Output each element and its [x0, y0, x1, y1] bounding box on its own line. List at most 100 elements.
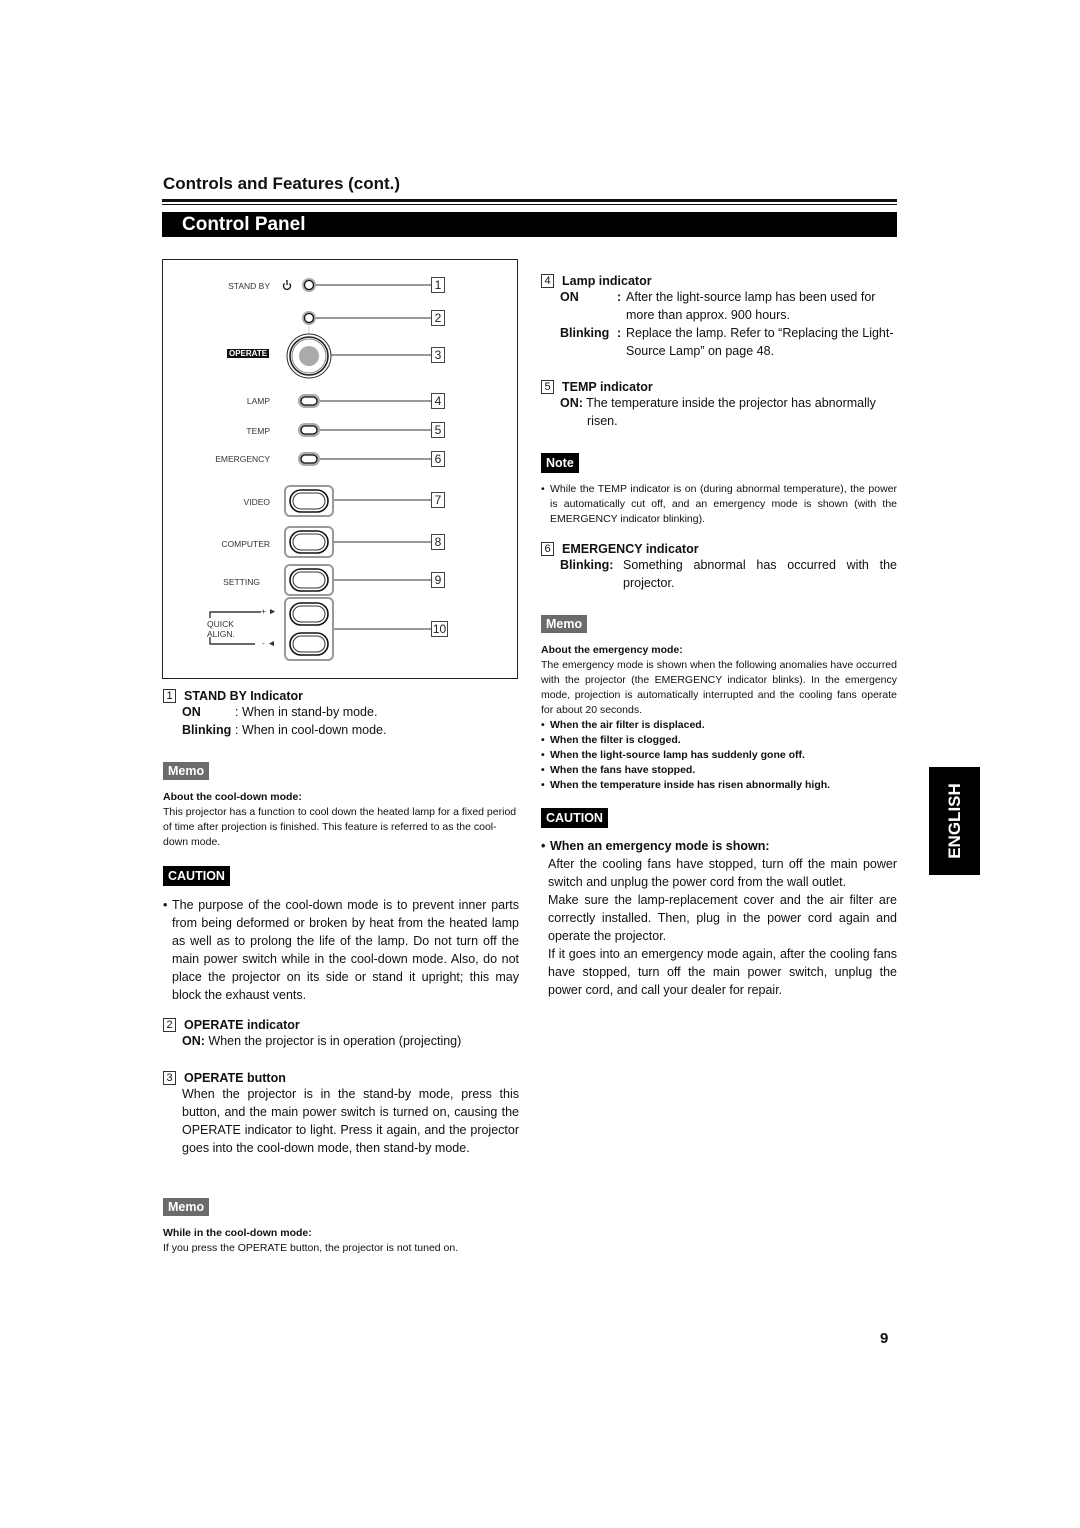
- page-title-banner: Control Panel: [162, 212, 897, 237]
- control-panel-diagram: STAND BY OPERATE LAMP TEMP EMERGENCY VID…: [162, 259, 518, 679]
- on-description: : When in stand-by mode.: [235, 705, 378, 719]
- item-number: 3: [163, 1071, 176, 1085]
- anomaly-list-item: When the light-source lamp has suddenly …: [541, 748, 897, 763]
- caution-tag: CAUTION: [541, 808, 608, 828]
- computer-button: [284, 526, 334, 558]
- operate-button-section: 3 OPERATE button When the projector is in…: [163, 1071, 519, 1157]
- callout-1: 1: [431, 277, 445, 293]
- memo-tag: Memo: [163, 1198, 210, 1216]
- computer-label: COMPUTER: [221, 539, 270, 549]
- video-label: VIDEO: [243, 497, 270, 507]
- callout-9: 9: [431, 572, 445, 588]
- on-description: After the light-source lamp has been use…: [626, 290, 876, 322]
- blinking-description: Replace the lamp. Refer to “Replacing th…: [626, 326, 894, 358]
- item-number: 5: [541, 380, 554, 394]
- temp-indicator-section: 5 TEMP indicator ON: The temperature insi…: [541, 380, 897, 430]
- callout-10: 10: [431, 621, 448, 637]
- caution-item: The purpose of the cool-down mode is to …: [163, 896, 519, 1004]
- callout-6: 6: [431, 451, 445, 467]
- operate-button: [286, 333, 332, 379]
- anomaly-list-item: When the fans have stopped.: [541, 763, 897, 778]
- lamp-label: LAMP: [246, 396, 270, 406]
- standby-label: STAND BY: [228, 281, 270, 291]
- caution-paragraph: After the cooling fans have stopped, tur…: [548, 857, 897, 889]
- callout-5: 5: [431, 422, 445, 438]
- video-button: [284, 485, 334, 517]
- temp-label: TEMP: [246, 426, 270, 436]
- note-tag: Note: [541, 453, 579, 473]
- blinking-description: Something abnormal has occurred with the…: [623, 558, 897, 590]
- standby-indicator-led: [302, 278, 316, 292]
- callout-7: 7: [431, 492, 445, 508]
- item-number: 1: [163, 689, 176, 703]
- on-description: When the projector is in operation (proj…: [204, 1034, 462, 1048]
- item-number: 6: [541, 542, 554, 556]
- operate-indicator-section: 2 OPERATE indicator ON: When the projecto…: [163, 1018, 519, 1050]
- page-number: 9: [880, 1330, 889, 1347]
- anomaly-list-item: When the temperature inside has risen ab…: [541, 778, 897, 793]
- quick-align-plus-button: [289, 602, 329, 626]
- setting-button: [284, 564, 334, 596]
- language-tab-label: ENGLISH: [944, 783, 964, 859]
- lamp-indicator-led: [298, 394, 320, 408]
- section-title: Controls and Features (cont.): [163, 174, 401, 193]
- memo-tag: Memo: [541, 615, 588, 633]
- memo-heading: While in the cool-down mode:: [163, 1227, 312, 1239]
- on-description: The temperature inside the projector has…: [582, 396, 876, 428]
- temp-indicator-led: [298, 423, 320, 437]
- callout-3: 3: [431, 347, 445, 363]
- emergency-indicator-section: 6 EMERGENCY indicator Blinking: Something…: [541, 542, 897, 592]
- memo-tag: Memo: [163, 762, 210, 780]
- header-rule-thick: [162, 199, 897, 202]
- blinking-label: Blinking:: [560, 558, 614, 572]
- blinking-label: Blinking: [182, 723, 232, 737]
- item-number: 2: [163, 1018, 176, 1032]
- plus-right-arrow-icon: + ►: [261, 606, 277, 616]
- memo-body: If you press the OPERATE button, the pro…: [163, 1242, 459, 1254]
- lamp-indicator-section: 4 Lamp indicator ON : After the light-sou…: [541, 274, 897, 360]
- caution-cool-down: CAUTION The purpose of the cool-down mod…: [163, 866, 519, 1004]
- memo-body: The emergency mode is shown when the fol…: [541, 659, 897, 716]
- anomaly-list-item: When the filter is clogged.: [541, 733, 897, 748]
- blinking-label: Blinking: [560, 326, 610, 340]
- callout-4: 4: [431, 393, 445, 409]
- align-label: ALIGN.: [207, 629, 235, 639]
- caution-heading: When an emergency mode is shown:: [541, 837, 897, 855]
- memo-while-cool-down: Memo While in the cool-down mode: If you…: [163, 1198, 519, 1256]
- power-icon: [282, 280, 292, 291]
- caution-tag: CAUTION: [163, 866, 230, 886]
- caution-emergency-mode: CAUTION When an emergency mode is shown:…: [541, 808, 897, 999]
- memo-cool-down: Memo About the cool-down mode: This proj…: [163, 762, 519, 850]
- emergency-label: EMERGENCY: [215, 454, 270, 464]
- memo-emergency-mode: Memo About the emergency mode: The emerg…: [541, 615, 897, 793]
- on-label: ON: [182, 705, 201, 719]
- minus-left-arrow-icon: - ◄: [262, 638, 276, 648]
- on-label: ON:: [182, 1034, 205, 1048]
- operate-label: OPERATE: [227, 349, 270, 358]
- header-rule-thin: [162, 204, 897, 205]
- section-heading: STAND BY Indicator: [184, 689, 303, 703]
- language-tab: ENGLISH: [929, 767, 980, 875]
- section-heading: Lamp indicator: [562, 274, 652, 288]
- note-temp: Note While the TEMP indicator is on (dur…: [541, 453, 897, 527]
- on-label: ON:: [560, 396, 583, 410]
- note-item: While the TEMP indicator is on (during a…: [541, 482, 897, 527]
- on-label: ON: [560, 290, 579, 304]
- blinking-description: : When in cool-down mode.: [235, 723, 387, 737]
- section-heading: OPERATE indicator: [184, 1018, 300, 1032]
- quick-align-minus-button: [289, 632, 329, 656]
- memo-heading: About the emergency mode:: [541, 644, 683, 656]
- section-heading: TEMP indicator: [562, 380, 653, 394]
- operate-button-description: When the projector is in the stand-by mo…: [182, 1087, 519, 1155]
- caution-paragraph: Make sure the lamp-replacement cover and…: [548, 893, 897, 943]
- emergency-indicator-led: [298, 452, 320, 466]
- standby-indicator-section: 1 STAND BY Indicator ON : When in stand-b…: [163, 689, 519, 739]
- caution-paragraph: If it goes into an emergency mode again,…: [548, 947, 897, 997]
- setting-label: SETTING: [223, 577, 260, 587]
- colon: :: [617, 290, 622, 304]
- section-heading: EMERGENCY indicator: [562, 542, 699, 556]
- memo-body: This projector has a function to cool do…: [163, 806, 517, 848]
- colon: :: [617, 326, 622, 340]
- operate-indicator-led: [302, 311, 316, 335]
- item-number: 4: [541, 274, 554, 288]
